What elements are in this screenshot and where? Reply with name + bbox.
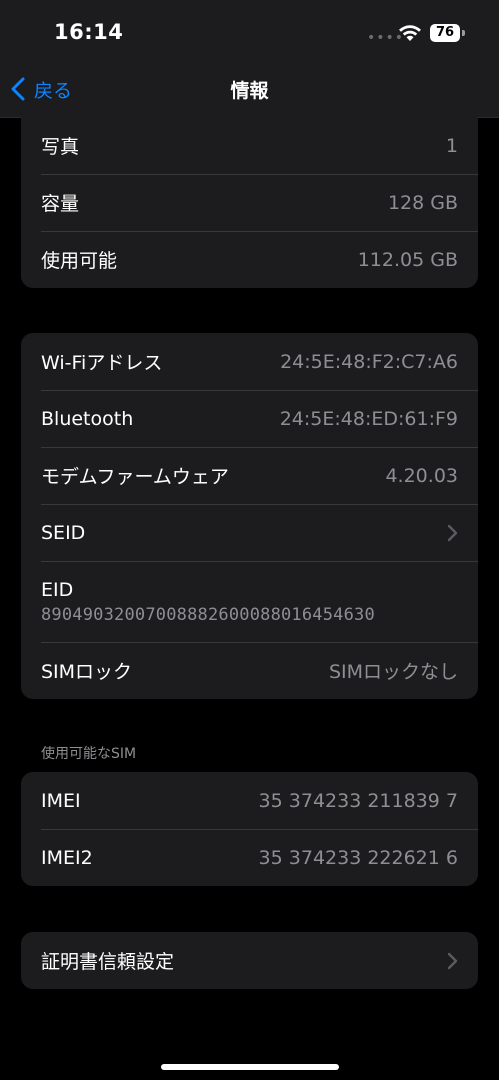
capacity-row: 容量 128 GB <box>21 174 478 231</box>
sim-lock-label: SIMロック <box>41 661 133 683</box>
wifi-icon <box>399 25 421 41</box>
available-value: 112.05 GB <box>357 248 458 271</box>
available-label: 使用可能 <box>41 250 118 272</box>
sim-lock-value: SIMロックなし <box>328 661 458 683</box>
battery-icon: 76 <box>430 24 460 42</box>
eid-row[interactable]: EID 89049032007008882600088016454630 <box>21 561 478 642</box>
seid-label: SEID <box>41 521 86 544</box>
available-row: 使用可能 112.05 GB <box>21 231 478 288</box>
imei2-row[interactable]: IMEI2 35 374233 222621 6 <box>21 829 478 886</box>
eid-label: EID <box>41 578 74 601</box>
battery-tip <box>462 30 465 36</box>
network-group: Wi-Fiアドレス 24:5E:48:F2:C7:A6 Bluetooth 24… <box>21 333 478 699</box>
wifi-address-row[interactable]: Wi-Fiアドレス 24:5E:48:F2:C7:A6 <box>21 333 478 390</box>
eid-value: 89049032007008882600088016454630 <box>41 604 375 625</box>
chevron-right-icon <box>447 952 458 969</box>
bluetooth-value: 24:5E:48:ED:61:F9 <box>279 407 458 430</box>
modem-firmware-row[interactable]: モデムファームウェア 4.20.03 <box>21 447 478 504</box>
imei-label: IMEI <box>41 789 81 812</box>
sim-lock-row: SIMロック SIMロックなし <box>21 642 478 699</box>
seid-row[interactable]: SEID <box>21 504 478 561</box>
imei2-value: 35 374233 222621 6 <box>258 846 458 869</box>
storage-group: 写真 1 容量 128 GB 使用可能 112.05 GB <box>21 117 478 288</box>
home-indicator[interactable] <box>161 1064 339 1070</box>
page-title: 情報 <box>230 80 269 102</box>
photos-label: 写真 <box>41 136 80 158</box>
navigation-bar: 戻る 情報 <box>0 62 499 118</box>
modem-firmware-label: モデムファームウェア <box>41 466 229 488</box>
status-time: 16:14 <box>54 20 124 44</box>
imei-value: 35 374233 211839 7 <box>258 789 458 812</box>
wifi-address-label: Wi-Fiアドレス <box>41 352 163 374</box>
bluetooth-label: Bluetooth <box>41 407 134 430</box>
sim-section-header: 使用可能なSIM <box>41 746 137 762</box>
sim-group: IMEI 35 374233 211839 7 IMEI2 35 374233 … <box>21 772 478 886</box>
status-bar: 16:14 •••• 76 <box>0 0 499 62</box>
capacity-value: 128 GB <box>387 191 458 214</box>
imei2-label: IMEI2 <box>41 846 93 869</box>
modem-firmware-value: 4.20.03 <box>385 464 458 487</box>
wifi-address-value: 24:5E:48:F2:C7:A6 <box>280 350 458 373</box>
capacity-label: 容量 <box>41 193 80 215</box>
photos-value: 1 <box>445 134 458 157</box>
chevron-right-icon <box>447 524 458 541</box>
bluetooth-row[interactable]: Bluetooth 24:5E:48:ED:61:F9 <box>21 390 478 447</box>
certificate-trust-row[interactable]: 証明書信頼設定 <box>21 932 478 989</box>
certificate-trust-label: 証明書信頼設定 <box>41 951 175 973</box>
photos-row: 写真 1 <box>21 117 478 174</box>
imei-row[interactable]: IMEI 35 374233 211839 7 <box>21 772 478 829</box>
certificate-group: 証明書信頼設定 <box>21 932 478 989</box>
